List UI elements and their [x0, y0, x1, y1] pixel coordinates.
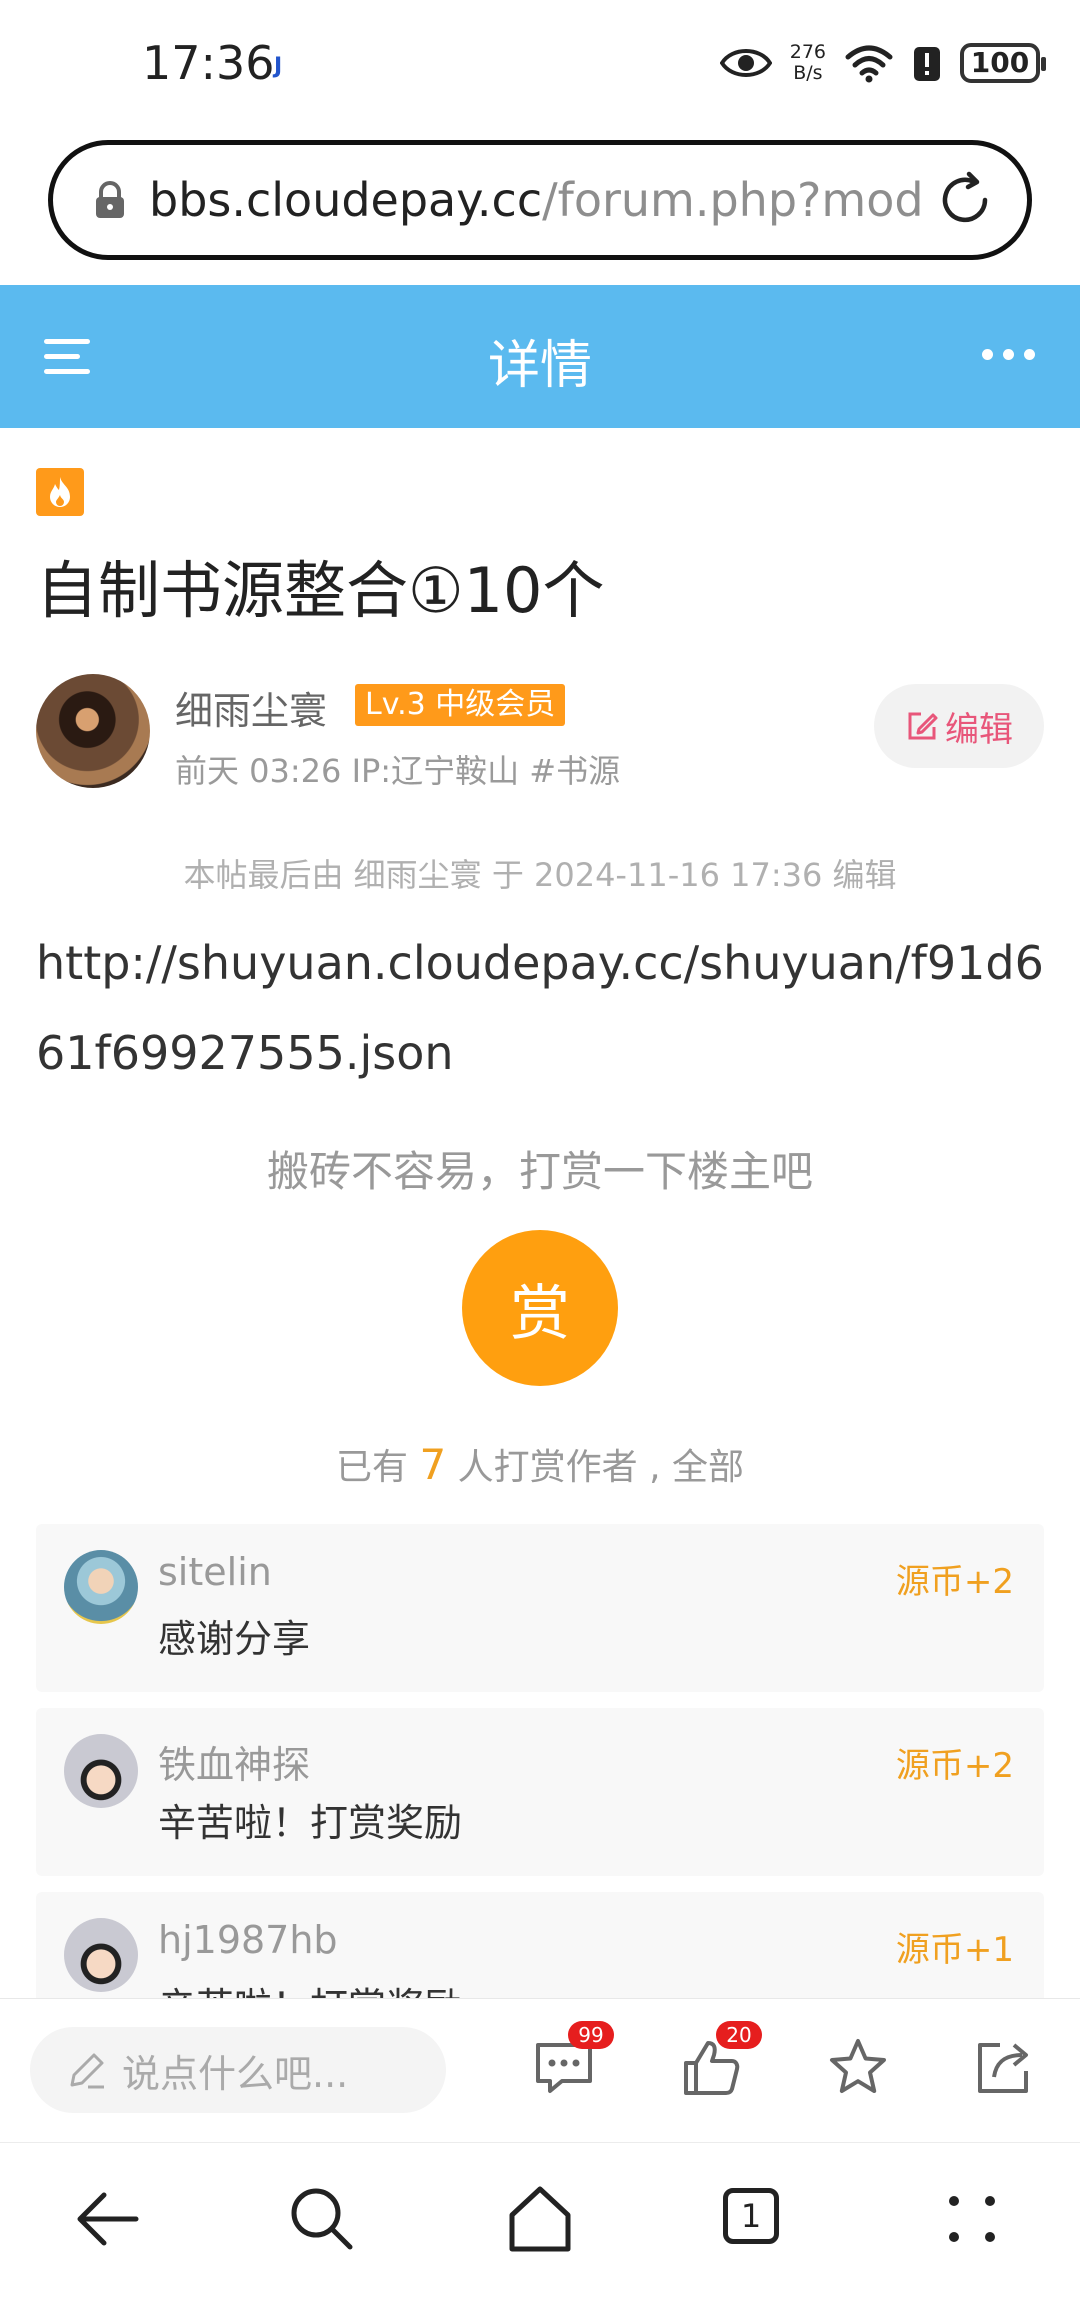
- app-notification-icon: J: [274, 54, 283, 79]
- reward-user-name[interactable]: sitelin: [158, 1550, 272, 1594]
- page-header: 详情: [0, 285, 1080, 428]
- like-icon[interactable]: 20: [680, 2021, 762, 2099]
- address-bar[interactable]: bbs.cloudepay.cc/forum.php?mod: [48, 140, 1032, 260]
- reward-message: 辛苦啦！打赏奖励: [158, 1976, 462, 1998]
- star-icon[interactable]: [826, 2035, 890, 2099]
- post-body[interactable]: http://shuyuan.cloudepay.cc/shuyuan/f91d…: [36, 918, 1046, 1098]
- reward-user-name[interactable]: 铁血神探: [158, 1734, 310, 1789]
- edit-button[interactable]: 编辑: [874, 684, 1044, 768]
- avatar[interactable]: [64, 1734, 138, 1808]
- status-bar: 17:36 J 276 B/s 100: [0, 0, 1080, 130]
- reload-icon[interactable]: [933, 168, 997, 232]
- level-badge: Lv.3 中级会员: [355, 684, 566, 726]
- comments-icon[interactable]: 99: [532, 2021, 614, 2099]
- reward-button[interactable]: 赏: [462, 1230, 618, 1386]
- hot-fire-icon: [36, 468, 84, 516]
- network-speed: 276 B/s: [789, 41, 826, 84]
- comment-bar: 说点什么吧... 99 20: [0, 1998, 1080, 2140]
- tab-count: 1: [723, 2188, 779, 2244]
- reward-count[interactable]: 已有 7 人打赏作者 , 全部: [0, 1438, 1080, 1490]
- reward-message: 感谢分享: [158, 1617, 311, 1661]
- lock-icon: [96, 181, 124, 218]
- url-path: /forum.php?mod: [542, 173, 924, 227]
- reward-list: sitelin 源币+2 感谢分享 铁血神探 源币+2 辛苦啦！打赏奖励 hj1…: [36, 1524, 1044, 1998]
- reward-prompt: 搬砖不容易，打赏一下楼主吧: [266, 1147, 813, 1196]
- comment-placeholder: 说点什么吧...: [122, 2051, 349, 2096]
- more-menu-icon[interactable]: [934, 2181, 1010, 2257]
- like-count-badge: 20: [716, 2021, 762, 2049]
- post-title: 自制书源整合①10个: [36, 554, 605, 627]
- reward-user-name[interactable]: hj1987hb: [158, 1918, 338, 1962]
- alert-icon: [914, 47, 940, 81]
- url-text[interactable]: bbs.cloudepay.cc/forum.php?mod: [149, 173, 933, 227]
- avatar[interactable]: [64, 1550, 138, 1624]
- more-options-icon[interactable]: [982, 339, 1042, 369]
- url-host: bbs.cloudepay.cc: [149, 173, 543, 227]
- list-item: sitelin 源币+2 感谢分享: [36, 1524, 1044, 1692]
- status-time: 17:36: [142, 36, 275, 90]
- list-item: 铁血神探 源币+2 辛苦啦！打赏奖励: [36, 1708, 1044, 1876]
- wifi-icon: [845, 45, 893, 83]
- tabs-icon[interactable]: 1: [718, 2181, 794, 2257]
- author-avatar[interactable]: [36, 674, 150, 788]
- comment-count-badge: 99: [568, 2021, 614, 2049]
- eye-icon: [719, 49, 772, 77]
- edit-note: 本帖最后由 细雨尘寰 于 2024-11-16 17:36 编辑: [183, 856, 897, 894]
- edit-icon: [908, 712, 938, 740]
- back-arrow-icon[interactable]: [70, 2181, 146, 2257]
- author-name[interactable]: 细雨尘寰: [175, 680, 327, 735]
- reward-amount: 源币+2: [895, 1746, 1014, 1786]
- home-icon[interactable]: [502, 2181, 578, 2257]
- search-icon[interactable]: [284, 2181, 360, 2257]
- battery-indicator: 100: [960, 43, 1046, 83]
- comment-input[interactable]: 说点什么吧...: [30, 2027, 446, 2113]
- edit-label: 编辑: [945, 709, 1013, 750]
- reward-amount: 源币+1: [895, 1930, 1014, 1970]
- status-icons: 276 B/s 100: [719, 38, 1046, 88]
- reward-message: 辛苦啦！打赏奖励: [158, 1801, 463, 1845]
- page-title: 详情: [487, 336, 592, 396]
- browser-nav-bar: 1: [0, 2142, 1080, 2310]
- avatar[interactable]: [64, 1918, 138, 1992]
- pencil-icon: [70, 2053, 104, 2089]
- list-item: hj1987hb 源币+1 辛苦啦！打赏奖励: [36, 1892, 1044, 1998]
- post-meta: 前天 03:26 IP:辽宁鞍山 #书源: [175, 752, 621, 790]
- share-icon[interactable]: [972, 2035, 1036, 2099]
- reward-amount: 源币+2: [895, 1562, 1014, 1602]
